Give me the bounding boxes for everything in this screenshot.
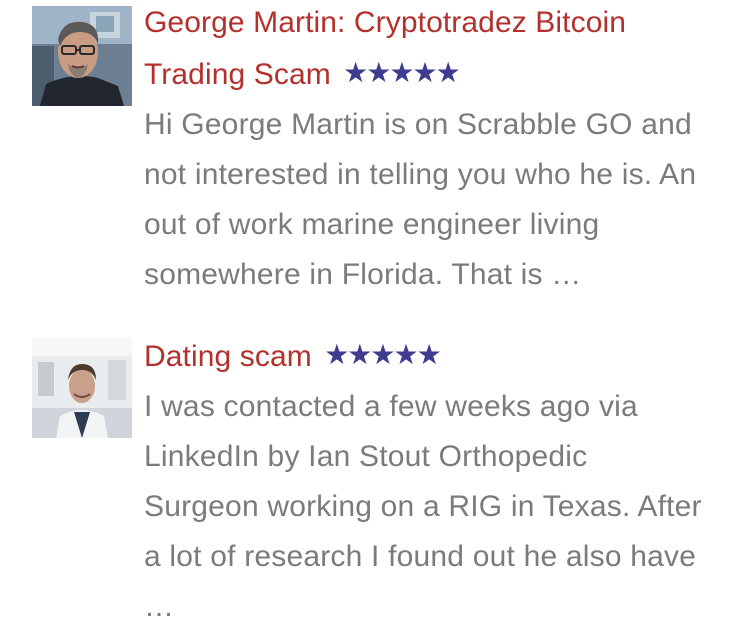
review-content: George Martin: Cryptotradez Bitcoin Trad… <box>144 6 704 300</box>
avatar-photo-icon <box>32 338 132 438</box>
rating-stars-icon: ★★★★★ <box>343 56 461 89</box>
review-title-line: George Martin: Cryptotradez Bitcoin Trad… <box>144 0 704 100</box>
review-excerpt: Hi George Martin is on Scrabble GO and n… <box>144 108 697 291</box>
reviewer-avatar-image[interactable] <box>32 338 132 438</box>
review-excerpt: I was contacted a few weeks ago via Link… <box>144 390 702 623</box>
review-content: Dating scam ★★★★★ I was contacted a few … <box>144 338 704 632</box>
avatar-photo-icon <box>32 6 132 106</box>
reviewer-avatar-image[interactable] <box>32 6 132 106</box>
review-title-line: Dating scam ★★★★★ <box>144 330 704 382</box>
review-title-link[interactable]: Dating scam <box>144 340 312 373</box>
rating-stars-icon: ★★★★★ <box>324 338 442 371</box>
